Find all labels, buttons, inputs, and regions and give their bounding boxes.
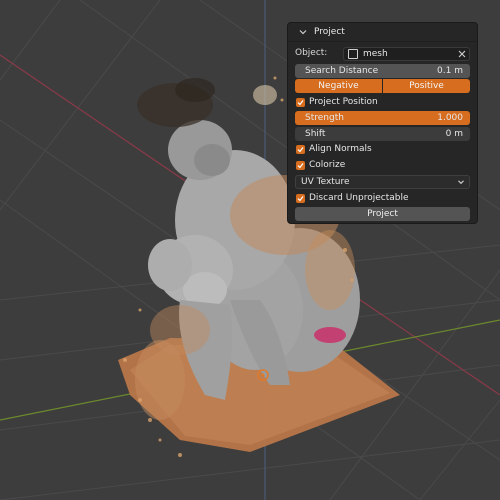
checkmark-icon (296, 193, 305, 203)
chevron-down-icon (458, 180, 464, 185)
direction-row: Negative Positive (295, 79, 470, 93)
project-button-row: Project (295, 207, 470, 221)
colorize-row: Colorize (295, 159, 470, 173)
object-field[interactable]: mesh (343, 47, 470, 61)
search-distance-value: 0.1 m (437, 66, 463, 76)
uv-texture-value: UV Texture (301, 177, 350, 187)
align-normals-row: Align Normals (295, 143, 470, 157)
strength-row: Strength 1.000 (295, 111, 470, 125)
project-panel: Project Object: mesh Search Distance 0.1… (287, 22, 478, 224)
chevron-down-icon[interactable] (298, 27, 308, 37)
uv-texture-select[interactable]: UV Texture (295, 175, 470, 189)
discard-unprojectable-label: Discard Unprojectable (309, 193, 409, 203)
checkmark-icon (296, 160, 305, 170)
project-position-row: Project Position (295, 96, 470, 110)
project-position-label: Project Position (309, 97, 378, 107)
strength-slider[interactable]: Strength 1.000 (295, 111, 470, 125)
discard-unprojectable-checkbox[interactable]: Discard Unprojectable (296, 193, 409, 203)
shift-value: 0 m (445, 129, 463, 139)
object-label: Object: (295, 48, 328, 58)
direction-toggle: Negative Positive (295, 79, 470, 93)
project-button[interactable]: Project (295, 207, 470, 221)
checkmark-icon (296, 144, 305, 154)
discard-unprojectable-row: Discard Unprojectable (295, 192, 470, 206)
positive-button[interactable]: Positive (382, 79, 470, 93)
shift-label: Shift (305, 129, 326, 139)
strength-label: Strength (305, 113, 344, 123)
strength-value: 1.000 (437, 113, 463, 123)
negative-button[interactable]: Negative (295, 79, 382, 93)
close-icon[interactable] (455, 48, 469, 60)
panel-header[interactable]: Project (288, 23, 477, 42)
shift-field[interactable]: Shift 0 m (295, 127, 470, 141)
mesh-object-icon (348, 49, 358, 59)
search-distance-field[interactable]: Search Distance 0.1 m (295, 64, 470, 78)
search-distance-label: Search Distance (305, 66, 379, 76)
uv-texture-row: UV Texture (295, 175, 470, 189)
object-row: Object: mesh (295, 47, 470, 61)
object-value: mesh (363, 49, 388, 59)
search-distance-row: Search Distance 0.1 m (295, 64, 470, 78)
shift-row: Shift 0 m (295, 127, 470, 141)
project-position-checkbox[interactable]: Project Position (296, 97, 378, 107)
align-normals-label: Align Normals (309, 144, 372, 154)
panel-title: Project (314, 27, 345, 37)
colorize-label: Colorize (309, 160, 346, 170)
align-normals-checkbox[interactable]: Align Normals (296, 144, 372, 154)
colorize-checkbox[interactable]: Colorize (296, 160, 345, 170)
checkmark-icon (296, 97, 305, 107)
